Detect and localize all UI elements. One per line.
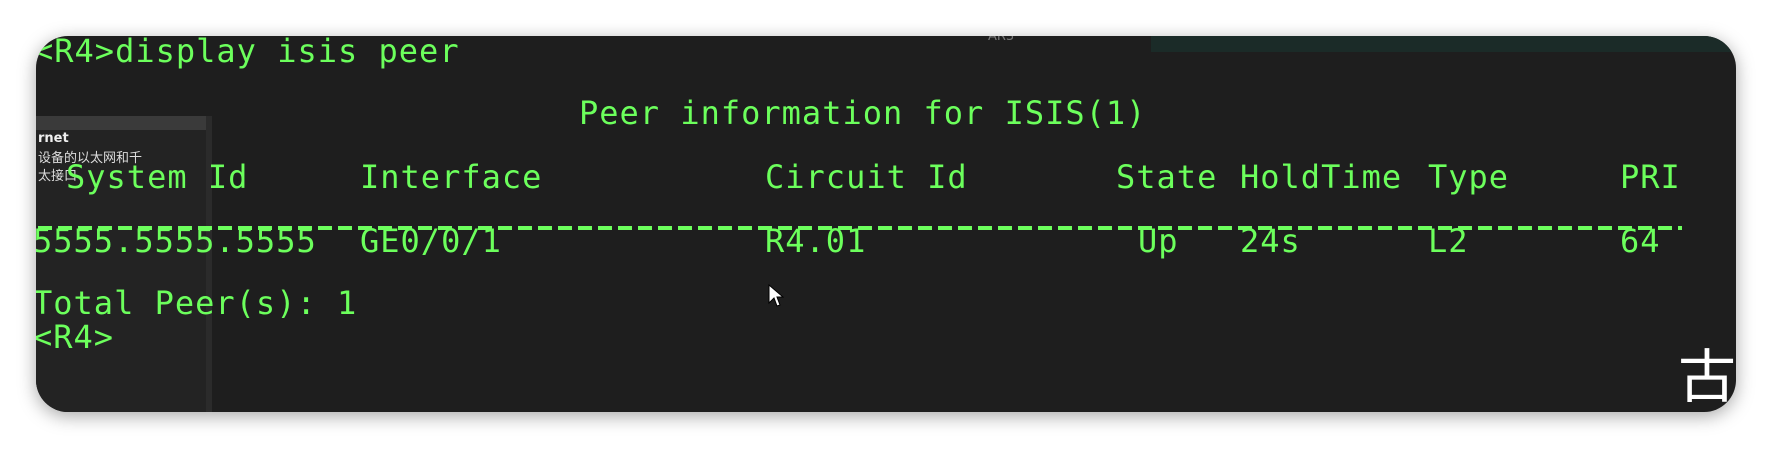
background-top-right-label: AR3 — [988, 36, 1015, 44]
column-header-pri: PRI — [1620, 158, 1681, 196]
column-header-state: State — [1116, 158, 1218, 196]
background-side-label-1: rnet — [38, 131, 69, 146]
column-header-type: Type — [1428, 158, 1510, 196]
cell-interface: GE0/0/1 — [360, 222, 502, 260]
command-line: <R4>display isis peer — [36, 36, 460, 70]
terminal-window[interactable]: AR3 rnet 设备的以太网和千 太接口 <R4>display isis p… — [36, 36, 1736, 412]
cell-pri: 64 — [1620, 222, 1661, 260]
cell-type: L2 — [1428, 222, 1469, 260]
cell-system-id: 5555.5555.5555 — [36, 222, 317, 260]
cell-state: Up — [1138, 222, 1179, 260]
background-top-right-panel — [1151, 36, 1736, 52]
corner-overlay-glyph: 古 — [1677, 343, 1736, 411]
cell-circuit-id: R4.01 — [765, 222, 867, 260]
background-side-strip — [36, 116, 206, 130]
table-title: Peer information for ISIS(1) — [579, 94, 1147, 132]
total-peers-line: Total Peer(s): 1 — [36, 284, 358, 322]
cell-holdtime: 24s — [1240, 222, 1301, 260]
column-header-interface: Interface — [360, 158, 543, 196]
column-header-circuit-id: Circuit Id — [765, 158, 968, 196]
final-prompt: <R4> — [36, 318, 115, 356]
column-header-system-id: System Id — [66, 158, 249, 196]
column-header-holdtime: HoldTime — [1240, 158, 1403, 196]
